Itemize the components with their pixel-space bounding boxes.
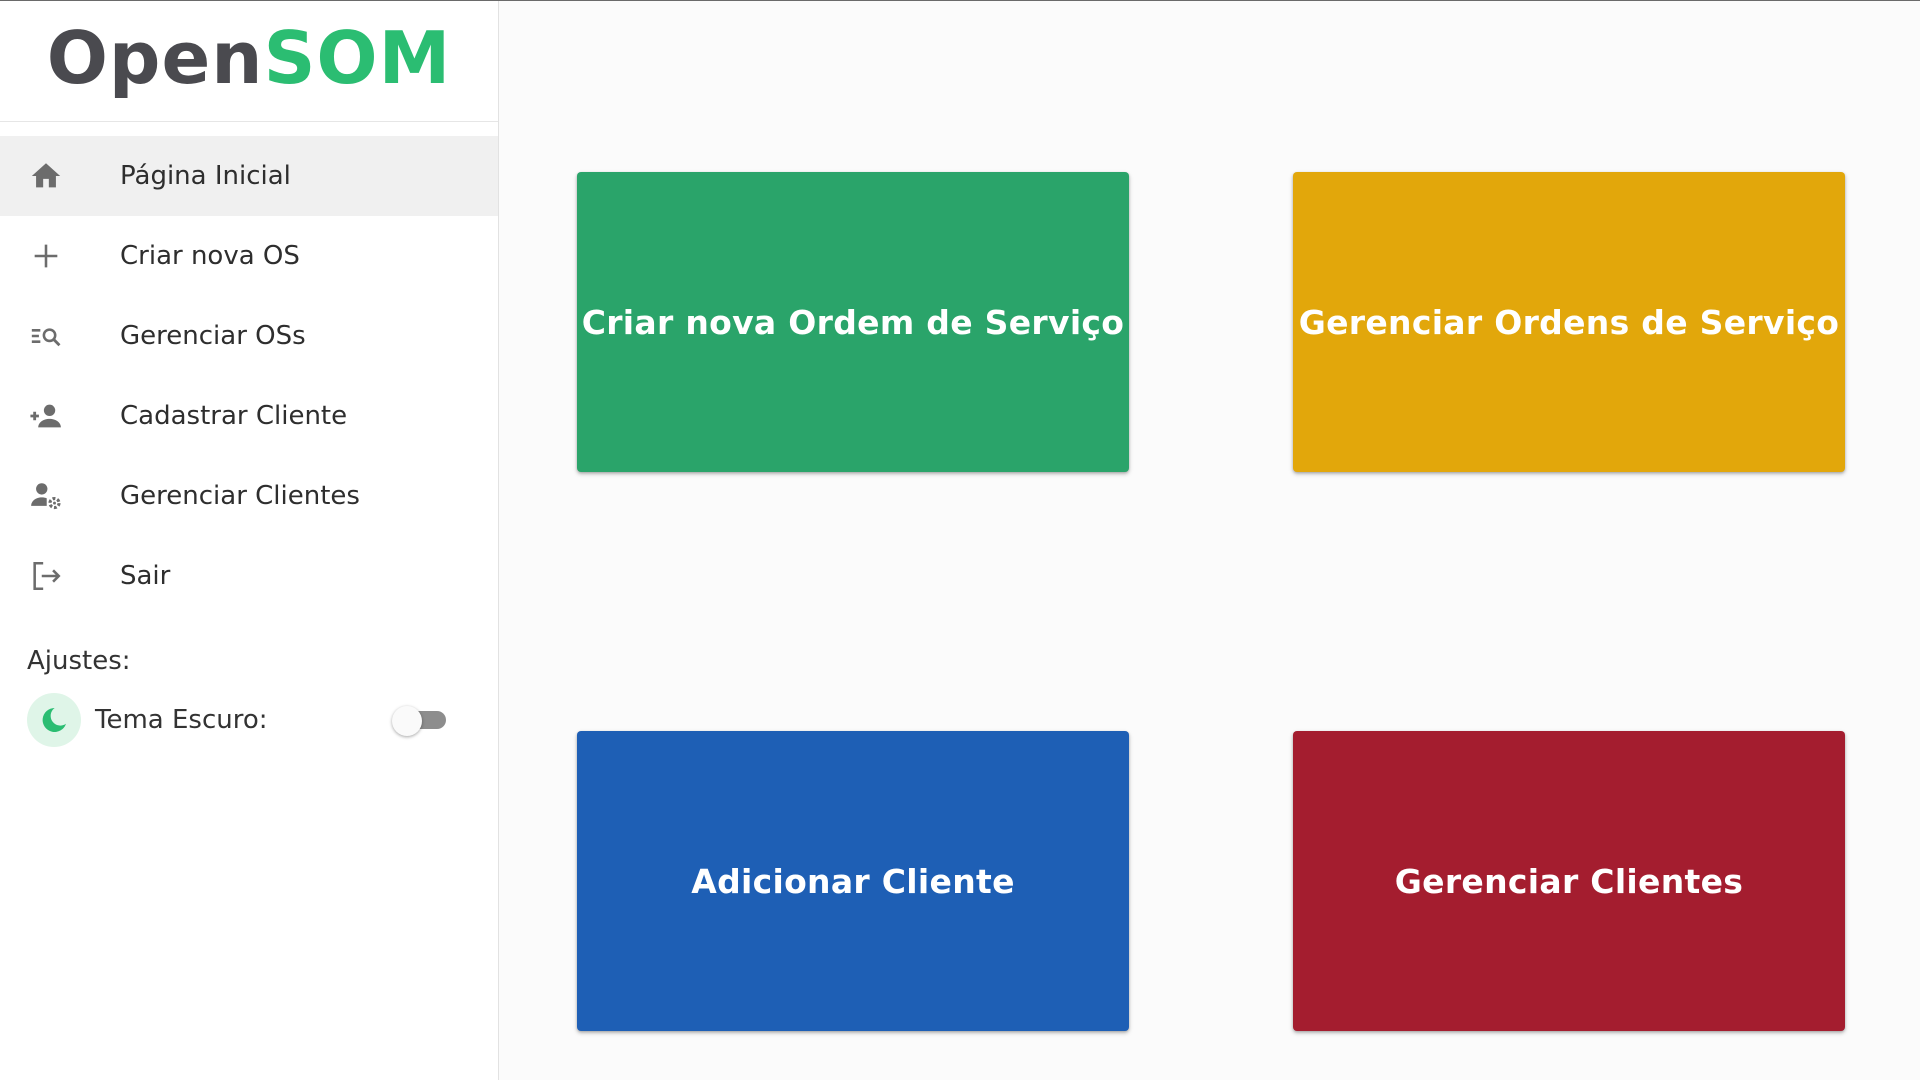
app-logo[interactable]: OpenSOM [47, 22, 452, 94]
settings-heading: Ajustes: [27, 646, 131, 676]
sidebar-item-register-client[interactable]: Cadastrar Cliente [0, 376, 498, 456]
sidebar-item-logout[interactable]: Sair [0, 536, 498, 616]
sidebar-item-label: Cadastrar Cliente [120, 401, 348, 431]
list-search-icon [28, 318, 64, 354]
sidebar-item-label: Página Inicial [120, 161, 291, 191]
toggle-thumb [392, 706, 422, 736]
person-gear-icon [28, 478, 64, 514]
home-icon [28, 158, 64, 194]
sidebar-nav: Página Inicial Criar nova OS Gerenciar O… [0, 136, 498, 616]
card-label: Adicionar Cliente [691, 861, 1015, 901]
card-label: Gerenciar Ordens de Serviço [1298, 302, 1840, 342]
sidebar-item-home[interactable]: Página Inicial [0, 136, 498, 216]
sidebar: OpenSOM Página Inicial Criar nova OS Ger… [0, 1, 499, 1080]
add-client-button[interactable]: Adicionar Cliente [577, 731, 1129, 1031]
sidebar-item-manage-clients[interactable]: Gerenciar Clientes [0, 456, 498, 536]
manage-clients-button[interactable]: Gerenciar Clientes [1293, 731, 1845, 1031]
sidebar-item-label: Criar nova OS [120, 241, 300, 271]
card-label: Gerenciar Clientes [1394, 861, 1744, 901]
moon-icon [27, 693, 81, 747]
logout-icon [28, 558, 64, 594]
dark-theme-setting: Tema Escuro: [0, 692, 498, 748]
dark-theme-toggle[interactable] [392, 706, 454, 736]
sidebar-item-create-os[interactable]: Criar nova OS [0, 216, 498, 296]
card-label: Criar nova Ordem de Serviço [581, 302, 1125, 342]
logo-text-som: SOM [263, 16, 452, 100]
sidebar-item-label: Gerenciar OSs [120, 321, 306, 351]
sidebar-item-label: Gerenciar Clientes [120, 481, 360, 511]
manage-service-orders-button[interactable]: Gerenciar Ordens de Serviço [1293, 172, 1845, 472]
dark-theme-label: Tema Escuro: [95, 705, 268, 735]
logo-area: OpenSOM [0, 1, 498, 122]
sidebar-item-label: Sair [120, 561, 171, 591]
person-add-icon [28, 398, 64, 434]
create-service-order-button[interactable]: Criar nova Ordem de Serviço [577, 172, 1129, 472]
logo-text-open: Open [46, 16, 264, 100]
sidebar-item-manage-os[interactable]: Gerenciar OSs [0, 296, 498, 376]
plus-icon [28, 238, 64, 274]
